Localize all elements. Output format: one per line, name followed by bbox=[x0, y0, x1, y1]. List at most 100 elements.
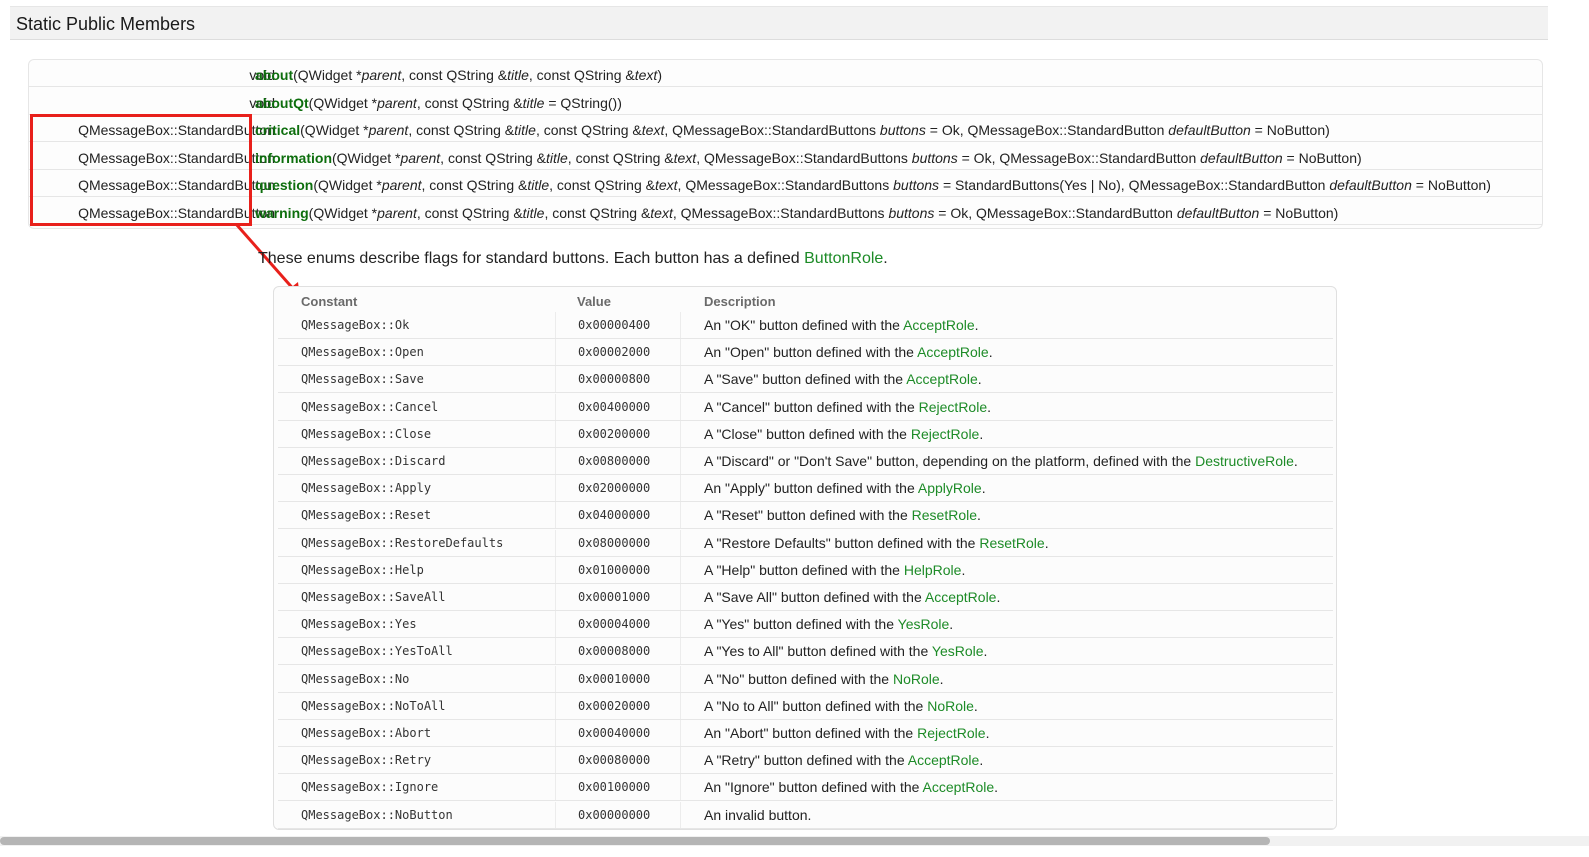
description-cell: A "Save All" button defined with the Acc… bbox=[704, 589, 1001, 605]
function-args: (QWidget *parent, const QString &title, … bbox=[313, 177, 1491, 193]
role-link[interactable]: RejectRole bbox=[911, 426, 979, 442]
function-args: (QWidget *parent, const QString &title =… bbox=[308, 94, 622, 111]
value-cell: 0x00008000 bbox=[578, 644, 651, 659]
table-row: QMessageBox::SaveAll 0x00001000 A "Save Al… bbox=[278, 584, 1333, 611]
value-cell: 0x04000000 bbox=[578, 508, 651, 523]
description-cell: A "Save" button defined with the AcceptR… bbox=[704, 371, 982, 388]
members-table: void about(QWidget *parent, const QString… bbox=[28, 59, 1543, 229]
constant-cell: QMessageBox::RestoreDefaults bbox=[301, 535, 504, 550]
table-row: QMessageBox::RestoreDefaults 0x08000000 A … bbox=[278, 529, 1333, 557]
description-cell: A "Yes" button defined with the YesRole. bbox=[704, 616, 954, 633]
function-link[interactable]: information bbox=[255, 150, 332, 166]
table-row: QMessageBox::NoToAll 0x00020000 A "No to A… bbox=[278, 692, 1333, 720]
role-link[interactable]: ResetRole bbox=[979, 535, 1044, 551]
table-row: QMessageBox::Cancel 0x00400000 A "Cancel" … bbox=[278, 393, 1333, 421]
table-row: QMessageBox::Abort 0x00040000 An "Abort" b… bbox=[278, 720, 1333, 747]
function-link[interactable]: about bbox=[255, 67, 293, 83]
role-link[interactable]: ResetRole bbox=[912, 507, 977, 523]
function-args: (QWidget *parent, const QString &title, … bbox=[332, 149, 1362, 166]
constant-cell: QMessageBox::Discard bbox=[301, 454, 446, 468]
buttonrole-link[interactable]: ButtonRole bbox=[804, 250, 883, 267]
function-link[interactable]: critical bbox=[255, 122, 300, 138]
table-row: QMessageBox::NoButton 0x00000000 An invali… bbox=[278, 801, 1333, 829]
table-row: QMessageBox::Yes 0x00004000 A "Yes" button… bbox=[278, 611, 1333, 639]
role-link[interactable]: AcceptRole bbox=[923, 779, 995, 795]
table-row: QMessageBox::Open 0x00002000 An "Open" but… bbox=[278, 339, 1333, 367]
constant-cell: QMessageBox::Save bbox=[301, 372, 424, 387]
description-cell: An "Open" button defined with the Accept… bbox=[704, 344, 993, 361]
role-link[interactable]: YesRole bbox=[932, 643, 984, 659]
constant-cell: QMessageBox::Retry bbox=[301, 753, 432, 768]
description-cell: A "Reset" button defined with the ResetR… bbox=[704, 507, 981, 524]
function-args: (QWidget *parent, const QString &title, … bbox=[308, 204, 1339, 221]
description-cell: A "Close" button defined with the Reject… bbox=[704, 425, 984, 442]
value-cell: 0x00010000 bbox=[578, 671, 651, 686]
description-cell: A "Restore Defaults" button defined with… bbox=[704, 534, 1049, 551]
member-row: void about(QWidget *parent, const QString… bbox=[29, 60, 1542, 87]
function-link[interactable]: question bbox=[255, 177, 313, 193]
constant-cell: QMessageBox::Ok bbox=[301, 318, 410, 332]
role-link[interactable]: DestructiveRole bbox=[1195, 453, 1294, 469]
section-header: Static Public Members bbox=[10, 6, 1548, 40]
role-link[interactable]: NoRole bbox=[893, 671, 940, 687]
description-cell: A "Help" button defined with the HelpRol… bbox=[704, 561, 966, 578]
role-link[interactable]: AcceptRole bbox=[925, 589, 997, 605]
role-link[interactable]: HelpRole bbox=[904, 562, 962, 578]
member-row: void aboutQt(QWidget *parent, const QStri… bbox=[29, 88, 1542, 115]
value-cell: 0x00200000 bbox=[578, 426, 651, 441]
role-link[interactable]: ApplyRole bbox=[918, 480, 982, 496]
table-row: QMessageBox::Save 0x00000800 A "Save" butt… bbox=[278, 366, 1333, 394]
value-cell: 0x00040000 bbox=[578, 726, 651, 740]
table-row: QMessageBox::Help 0x01000000 A "Help" butt… bbox=[278, 556, 1333, 584]
role-link[interactable]: AcceptRole bbox=[903, 317, 975, 333]
table-row: QMessageBox::No 0x00010000 A "No" button d… bbox=[278, 665, 1333, 693]
section-title: Static Public Members bbox=[16, 14, 196, 34]
member-row: QMessageBox::StandardButton critical(QWid… bbox=[29, 115, 1542, 142]
role-link[interactable]: YesRole bbox=[898, 616, 950, 632]
description-cell: An "Abort" button defined with the Rejec… bbox=[704, 725, 990, 741]
function-signature: information(QWidget *parent, const QStri… bbox=[255, 150, 1362, 166]
value-cell: 0x01000000 bbox=[578, 562, 651, 577]
role-link[interactable]: AcceptRole bbox=[908, 752, 980, 768]
value-cell: 0x00004000 bbox=[578, 617, 651, 632]
role-link[interactable]: RejectRole bbox=[919, 399, 987, 415]
value-cell: 0x00800000 bbox=[578, 454, 651, 468]
constant-cell: QMessageBox::Abort bbox=[301, 726, 432, 740]
description-cell: An "OK" button defined with the AcceptRo… bbox=[704, 317, 979, 333]
role-link[interactable]: AcceptRole bbox=[906, 371, 978, 387]
function-link[interactable]: aboutQt bbox=[255, 95, 309, 111]
role-link[interactable]: AcceptRole bbox=[917, 344, 989, 360]
enum-values-table: Constant Value Description QMessageBox::… bbox=[273, 286, 1337, 830]
function-signature: question(QWidget *parent, const QString … bbox=[255, 177, 1491, 193]
role-link[interactable]: NoRole bbox=[927, 698, 974, 714]
member-row: QMessageBox::StandardButton question(QWid… bbox=[29, 170, 1542, 197]
description-cell: An "Ignore" button defined with the Acce… bbox=[704, 779, 999, 796]
value-cell: 0x00000800 bbox=[578, 372, 651, 387]
description-cell: An invalid button. bbox=[704, 806, 812, 823]
description-cell: A "Cancel" button defined with the Rejec… bbox=[704, 398, 992, 415]
constant-cell: QMessageBox::Close bbox=[301, 426, 432, 441]
value-cell: 0x00000400 bbox=[578, 318, 651, 332]
constant-cell: QMessageBox::NoButton bbox=[301, 807, 453, 822]
function-link[interactable]: warning bbox=[255, 205, 309, 221]
function-signature: about(QWidget *parent, const QString &ti… bbox=[255, 67, 662, 83]
scrollbar-thumb[interactable] bbox=[0, 837, 1270, 845]
constant-cell: QMessageBox::SaveAll bbox=[301, 590, 446, 604]
table-row: QMessageBox::Apply 0x02000000 An "Apply" b… bbox=[278, 475, 1333, 503]
role-link[interactable]: RejectRole bbox=[917, 725, 985, 741]
value-cell: 0x08000000 bbox=[578, 535, 651, 550]
highlight-box bbox=[30, 114, 252, 226]
table-row: QMessageBox::Close 0x00200000 A "Close" bu… bbox=[278, 420, 1333, 448]
function-signature: aboutQt(QWidget *parent, const QString &… bbox=[255, 95, 622, 111]
description-cell: An "Apply" button defined with the Apply… bbox=[704, 480, 986, 497]
function-args: (QWidget *parent, const QString &title, … bbox=[293, 67, 662, 83]
value-cell: 0x00000000 bbox=[578, 807, 651, 822]
value-cell: 0x00001000 bbox=[578, 590, 651, 604]
member-row: QMessageBox::StandardButton information(Q… bbox=[29, 143, 1542, 170]
constant-cell: QMessageBox::NoToAll bbox=[301, 698, 446, 713]
constant-cell: QMessageBox::Yes bbox=[301, 617, 417, 632]
table-row: QMessageBox::Retry 0x00080000 A "Retry" bu… bbox=[278, 747, 1333, 775]
description-cell: A "Discard" or "Don't Save" button, depe… bbox=[704, 453, 1298, 469]
table-row: QMessageBox::Ignore 0x00100000 An "Ignore"… bbox=[278, 774, 1333, 802]
table-row: QMessageBox::Discard 0x00800000 A "Discard… bbox=[278, 448, 1333, 475]
